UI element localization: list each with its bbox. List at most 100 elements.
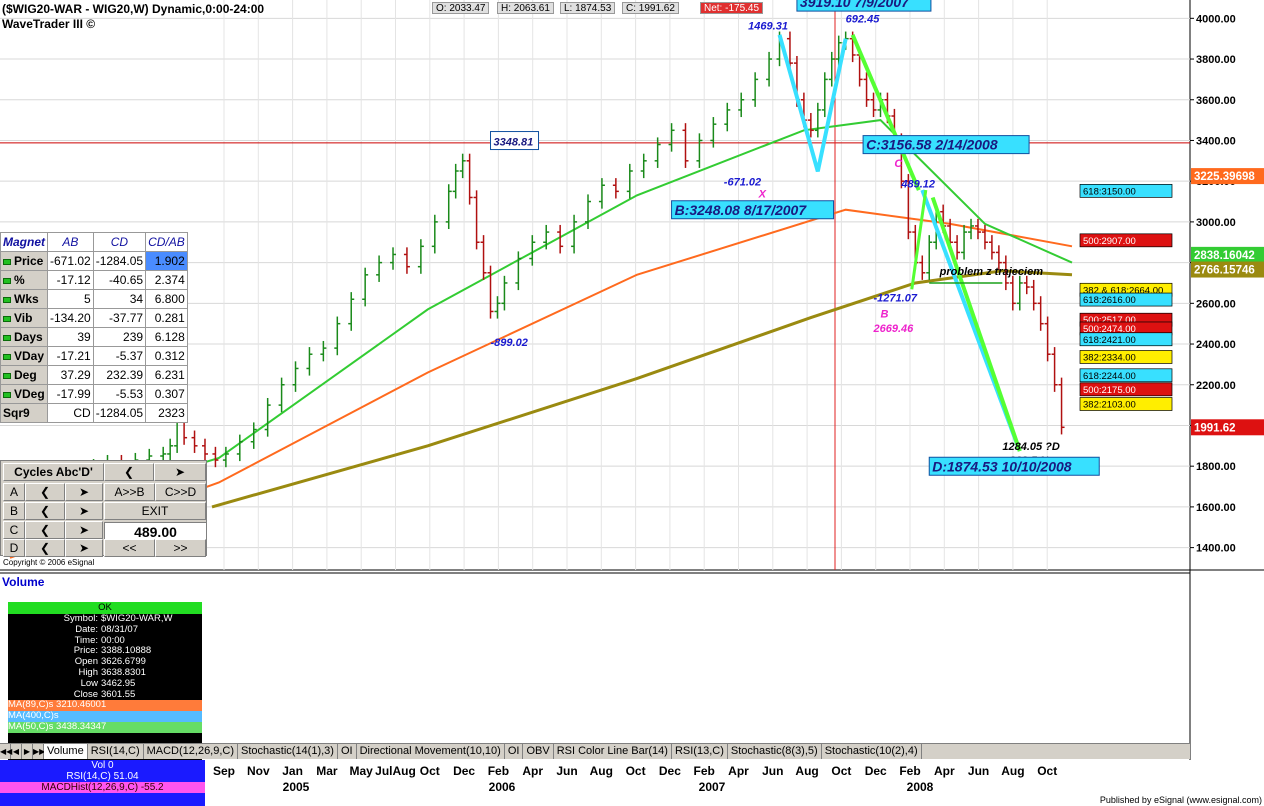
cycles-ab-button[interactable]: A>>B [104, 483, 155, 501]
green-square-icon [3, 277, 11, 284]
tab-study[interactable]: Stochastic(8(3),5) [728, 744, 822, 759]
cycles-a-left[interactable]: ❮ [25, 483, 65, 501]
magnet-row-label-text: % [14, 273, 25, 287]
magnet-row-ab: 39 [47, 327, 94, 347]
tab-first-icon[interactable]: ◀◀ [0, 744, 12, 759]
cycles-right-arrow[interactable]: ➤ [154, 463, 206, 481]
magnet-row-ab: -17.12 [47, 270, 94, 290]
magnet-row: Price -671.02 -1284.05 1.902 [0, 251, 188, 271]
tab-last-icon[interactable]: ▶▶ [33, 744, 45, 759]
cycles-a-right[interactable]: ➤ [65, 483, 103, 501]
cycles-row-d[interactable]: D [3, 539, 25, 557]
fib-level-label: 618:3150.00 [1083, 186, 1136, 197]
annotation-box-label: D:1874.53 10/10/2008 [932, 458, 1072, 474]
wave-d-green [930, 196, 1022, 452]
cycles-d-right[interactable]: ➤ [65, 539, 103, 557]
tab-study[interactable]: Stochastic(14(1),3) [238, 744, 338, 759]
tab-study[interactable]: Volume [44, 744, 88, 759]
cycles-b-right[interactable]: ➤ [65, 502, 103, 520]
cycles-row-b[interactable]: B [3, 502, 25, 520]
x-month-label: Oct [1037, 764, 1057, 778]
magnet-row-label-text: Price [14, 254, 44, 268]
cycles-c-right[interactable]: ➤ [65, 521, 103, 539]
x-month-label: Aug [795, 764, 818, 778]
x-year-label: 2005 [283, 780, 310, 794]
fib-level-label: 382:2103.00 [1083, 399, 1136, 410]
magnet-row-ratio-text: 6.800 [154, 292, 185, 306]
cycles-exit-button[interactable]: EXIT [104, 502, 206, 520]
data-window-rows: Symbol: $WIG20-WAR,W Date: 08/31/07 Time: 00:… [8, 613, 202, 700]
data-window-value: $WIG20-WAR,W [101, 613, 173, 624]
cycles-c-left[interactable]: ❮ [25, 521, 65, 539]
ohlc-open: O: 2033.47 [432, 2, 490, 14]
tab-study[interactable]: RSI(14,C) [88, 744, 144, 759]
cycles-title[interactable]: Cycles Abc'D' [3, 463, 104, 481]
magnet-row-cd-text: -5.37 [115, 349, 144, 363]
x-month-label: Jun [968, 764, 989, 778]
magnet-row-ratio: 6.128 [145, 327, 188, 347]
magnet-row: Deg 37.29 232.39 6.231 [0, 365, 188, 385]
data-window-value: 3462.95 [101, 677, 136, 689]
tab-study[interactable]: Directional Movement(10,10) [357, 744, 505, 759]
x-year-label: 2008 [907, 780, 934, 794]
magnet-row-cd: 34 [92, 289, 147, 309]
tab-study[interactable]: RSI(13,C) [672, 744, 728, 759]
magnet-row-ab: 37.29 [47, 365, 94, 385]
magnet-row-ab-text: 39 [77, 330, 91, 344]
magnet-row-cd: 239 [92, 327, 147, 347]
data-window-key: Low [80, 677, 98, 689]
info-volume: Vol 0 [91, 760, 114, 771]
magnet-row: VDeg -17.99 -5.53 0.307 [0, 384, 188, 404]
cycles-row-c[interactable]: C [3, 521, 25, 539]
ohlc-net: Net: -175.45 [700, 2, 764, 14]
axis-value-text: 2838.16042 [1194, 250, 1255, 262]
magnet-row-cd: -40.65 [92, 270, 147, 290]
magnet-row-cd: -37.77 [92, 308, 147, 328]
magnet-row-ab-text: -134.20 [50, 311, 91, 325]
cycles-cd-button[interactable]: C>>D [155, 483, 206, 501]
magnet-row-ab: -17.99 [47, 384, 94, 404]
x-month-label: Jan [282, 764, 303, 778]
cycles-row-a[interactable]: A [3, 483, 25, 501]
tab-study[interactable]: OBV [523, 744, 554, 759]
y-tick-label: 2600.00 [1196, 298, 1236, 310]
magnet-row-ratio: 0.281 [145, 308, 188, 328]
x-month-label: Feb [694, 764, 715, 778]
volume-pane-label: Volume [2, 575, 45, 589]
tab-study[interactable]: OI [505, 744, 524, 759]
y-tick-label: 2400.00 [1196, 339, 1236, 351]
tab-next-icon[interactable]: ▶ [22, 744, 33, 759]
cycles-next-button[interactable]: >> [155, 539, 206, 557]
magnet-row-ab-text: -17.21 [56, 349, 91, 363]
magnet-header-ab: AB [47, 232, 94, 252]
magnet-row-ratio-text: 6.128 [154, 330, 185, 344]
annotation-label: 2669.46 [873, 323, 915, 335]
annotation-label: 1284.05 ?D [1002, 441, 1060, 453]
magnet-row: Vib -134.20 -37.77 0.281 [0, 308, 188, 328]
y-tick-label: 3400.00 [1196, 135, 1236, 147]
y-tick-label: 4000.00 [1196, 13, 1236, 25]
tab-prev-icon[interactable]: ◀ [11, 744, 22, 759]
tab-study[interactable]: MACD(12,26,9,C) [144, 744, 239, 759]
cycles-prev-button[interactable]: << [104, 539, 155, 557]
magnet-row-cd-text: -37.77 [109, 311, 144, 325]
tab-study[interactable]: OI [338, 744, 357, 759]
chart-subtitle: WaveTrader III © [2, 17, 96, 31]
magnet-row-ratio-text: 6.231 [154, 368, 185, 382]
tab-study[interactable]: Stochastic(10(2),4) [822, 744, 922, 759]
cycles-left-arrow[interactable]: ❮ [104, 463, 154, 481]
cycles-b-left[interactable]: ❮ [25, 502, 65, 520]
annotation-box-label: C:3156.58 2/14/2008 [866, 137, 998, 153]
y-tick-label: 1400.00 [1196, 543, 1236, 555]
wave-lines [777, 34, 1022, 452]
x-year-label: 2006 [489, 780, 516, 794]
magnet-row-ab: CD [47, 403, 94, 423]
axis-value-text: 1991.62 [1194, 422, 1236, 434]
cycles-d-left[interactable]: ❮ [25, 539, 65, 557]
annotation-label: -671.02 [724, 176, 761, 188]
magnet-row-ab: -134.20 [47, 308, 94, 328]
annotation-label: 489.12 [900, 178, 935, 190]
tab-study[interactable]: RSI Color Line Bar(14) [554, 744, 672, 759]
copyright: Copyright © 2006 eSignal [3, 558, 95, 567]
x-month-label: Apr [934, 764, 955, 778]
